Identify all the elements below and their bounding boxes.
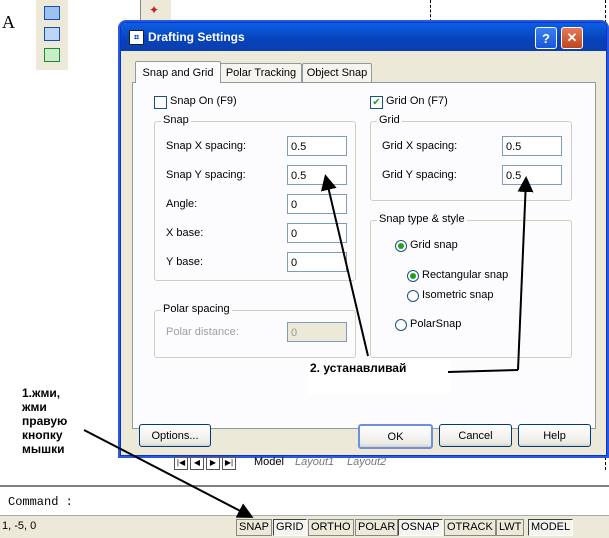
arrow-connector xyxy=(447,369,519,373)
tab-snap-and-grid[interactable]: Snap and Grid xyxy=(135,61,221,83)
arrow-to-grid-y xyxy=(517,176,534,371)
arrow-to-snap-y xyxy=(320,174,369,357)
annotation-arrows xyxy=(83,174,534,518)
arrow-to-snap xyxy=(83,429,254,518)
